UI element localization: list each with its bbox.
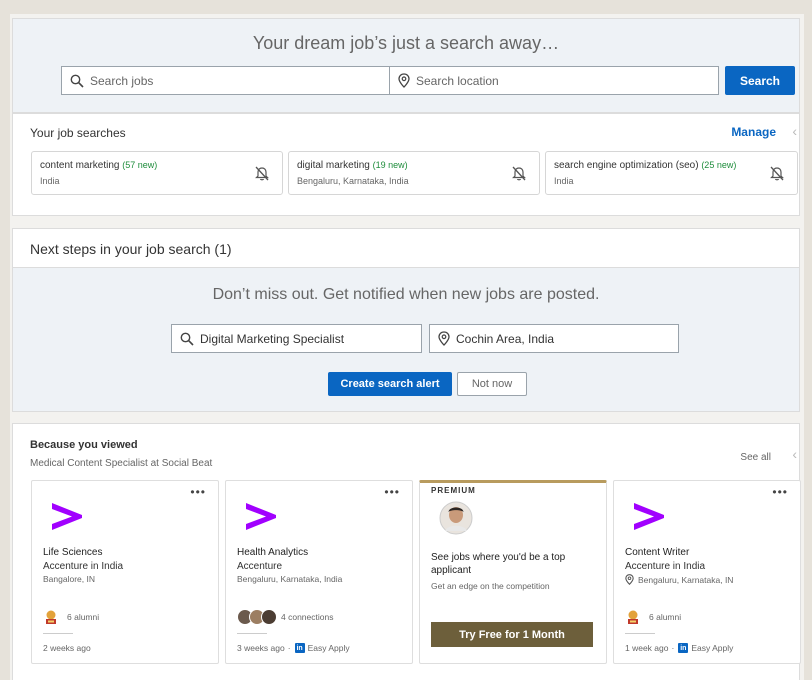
more-options-icon[interactable]: ••• [190,485,206,499]
location-pin-icon [625,574,634,585]
search-location-input[interactable]: Search location [389,66,719,95]
search-jobs-placeholder: Search jobs [90,73,154,88]
search-icon [70,74,84,88]
location-pin-icon [398,73,410,88]
chevron-left-icon[interactable]: ‹ [792,446,797,462]
job-posted-row: 3 weeks ago · in Easy Apply [237,643,350,653]
job-searches-title: Your job searches [30,126,126,140]
not-now-button[interactable]: Not now [457,372,527,396]
premium-subtext: Get an edge on the competition [431,581,550,591]
job-posted-row: 1 week ago · in Easy Apply [625,643,734,653]
job-searches-card: Your job searches Manage ‹ content marke… [12,113,800,216]
job-card[interactable]: ••• Life Sciences Accenture in India Ban… [31,480,219,664]
job-alert-heading: Don’t miss out. Get notified when new jo… [212,286,600,303]
divider [237,633,267,634]
avatar [261,609,277,625]
saved-search-new-count: (57 new) [122,160,158,170]
saved-search-new-count: (25 new) [701,160,737,170]
job-title: Life Sciences [43,547,103,558]
create-search-alert-button[interactable]: Create search alert [328,372,452,396]
search-jobs-input[interactable]: Search jobs [61,66,390,95]
job-card[interactable]: ••• Health Analytics Accenture Bengaluru… [225,480,413,664]
premium-text: See jobs where you'd be a top applicant [431,552,566,576]
premium-upsell-card: PREMIUM See jobs where you'd be a top ap… [419,480,607,664]
school-logo-icon [628,610,638,624]
more-options-icon[interactable]: ••• [384,485,400,499]
accenture-logo-icon [634,503,664,530]
location-pin-icon [438,331,450,346]
job-location: Bangalore, IN [43,574,95,584]
profile-avatar [439,501,473,535]
job-social-proof: 6 alumni [43,609,99,625]
job-title: Content Writer [625,547,690,558]
manage-link[interactable]: Manage [731,125,776,139]
alert-keyword-value: Digital Marketing Specialist [200,331,345,346]
accenture-logo-icon [52,503,82,530]
job-social-proof: 6 alumni [625,609,681,625]
easy-apply-label: Easy Apply [307,643,350,653]
saved-search-location: India [554,176,574,186]
job-title: Health Analytics [237,547,309,558]
bell-off-icon[interactable] [511,165,527,182]
job-location: Bengaluru, Karnataka, India [237,574,343,584]
search-button[interactable]: Search [725,66,795,95]
linkedin-icon: in [678,643,689,653]
saved-search-new-count: (19 new) [372,160,408,170]
premium-label: PREMIUM [431,486,476,495]
job-posted: 1 week ago [625,643,669,653]
saved-search-item[interactable]: content marketing (57 new) India [31,151,283,195]
search-icon [180,332,194,346]
bell-off-icon[interactable] [254,165,270,182]
alert-keyword-input[interactable]: Digital Marketing Specialist [171,324,422,353]
because-you-viewed-card: Because you viewed Medical Content Speci… [12,423,801,680]
divider [43,633,73,634]
job-location: Bengaluru, Karnataka, IN [638,574,734,585]
job-social-proof: 4 connections [237,609,333,625]
job-posted: 2 weeks ago [43,643,91,653]
connection-avatars [237,609,277,625]
alumni-count: 6 alumni [649,612,682,622]
school-logo-icon [46,610,56,624]
job-card[interactable]: ••• Content Writer Accenture in India Be… [613,480,801,664]
bell-off-icon[interactable] [769,165,785,182]
alert-location-value: Cochin Area, India [456,331,555,346]
job-posted: 3 weeks ago [237,643,285,653]
saved-search-name: search engine optimization (seo) [554,160,699,171]
easy-apply-label: Easy Apply [691,643,734,653]
job-company: Accenture in India [625,561,706,572]
saved-search-name: content marketing [40,160,120,171]
saved-search-location: Bengaluru, Karnataka, India [297,176,409,186]
job-alert-panel: Don’t miss out. Get notified when new jo… [13,267,799,411]
linkedin-icon: in [294,643,305,653]
divider [625,633,655,634]
saved-search-name: digital marketing [297,160,370,171]
because-you-viewed-title: Because you viewed [30,439,138,451]
because-you-viewed-subtitle: Medical Content Specialist at Social Bea… [30,458,213,469]
job-company: Accenture in India [43,561,124,572]
job-location-row: Bengaluru, Karnataka, IN [625,574,733,585]
alert-location-input[interactable]: Cochin Area, India [429,324,679,353]
search-location-placeholder: Search location [416,73,499,88]
next-steps-card: Next steps in your job search (1) Don’t … [12,228,800,412]
job-search-hero: Your dream job’s just a search away… Sea… [12,18,800,113]
alumni-count: 6 alumni [67,612,100,622]
chevron-left-icon[interactable]: ‹ [792,123,797,139]
saved-search-item[interactable]: search engine optimization (seo) (25 new… [545,151,798,195]
see-all-link[interactable]: See all [740,452,771,463]
saved-search-item[interactable]: digital marketing (19 new) Bengaluru, Ka… [288,151,540,195]
next-steps-title: Next steps in your job search (1) [30,241,232,257]
job-company: Accenture [237,561,283,572]
more-options-icon[interactable]: ••• [772,485,788,499]
accenture-logo-icon [246,503,276,530]
connections-count: 4 connections [281,612,334,622]
saved-search-location: India [40,176,60,186]
try-premium-button[interactable]: Try Free for 1 Month [431,622,593,647]
hero-title: Your dream job’s just a search away… [252,33,560,53]
